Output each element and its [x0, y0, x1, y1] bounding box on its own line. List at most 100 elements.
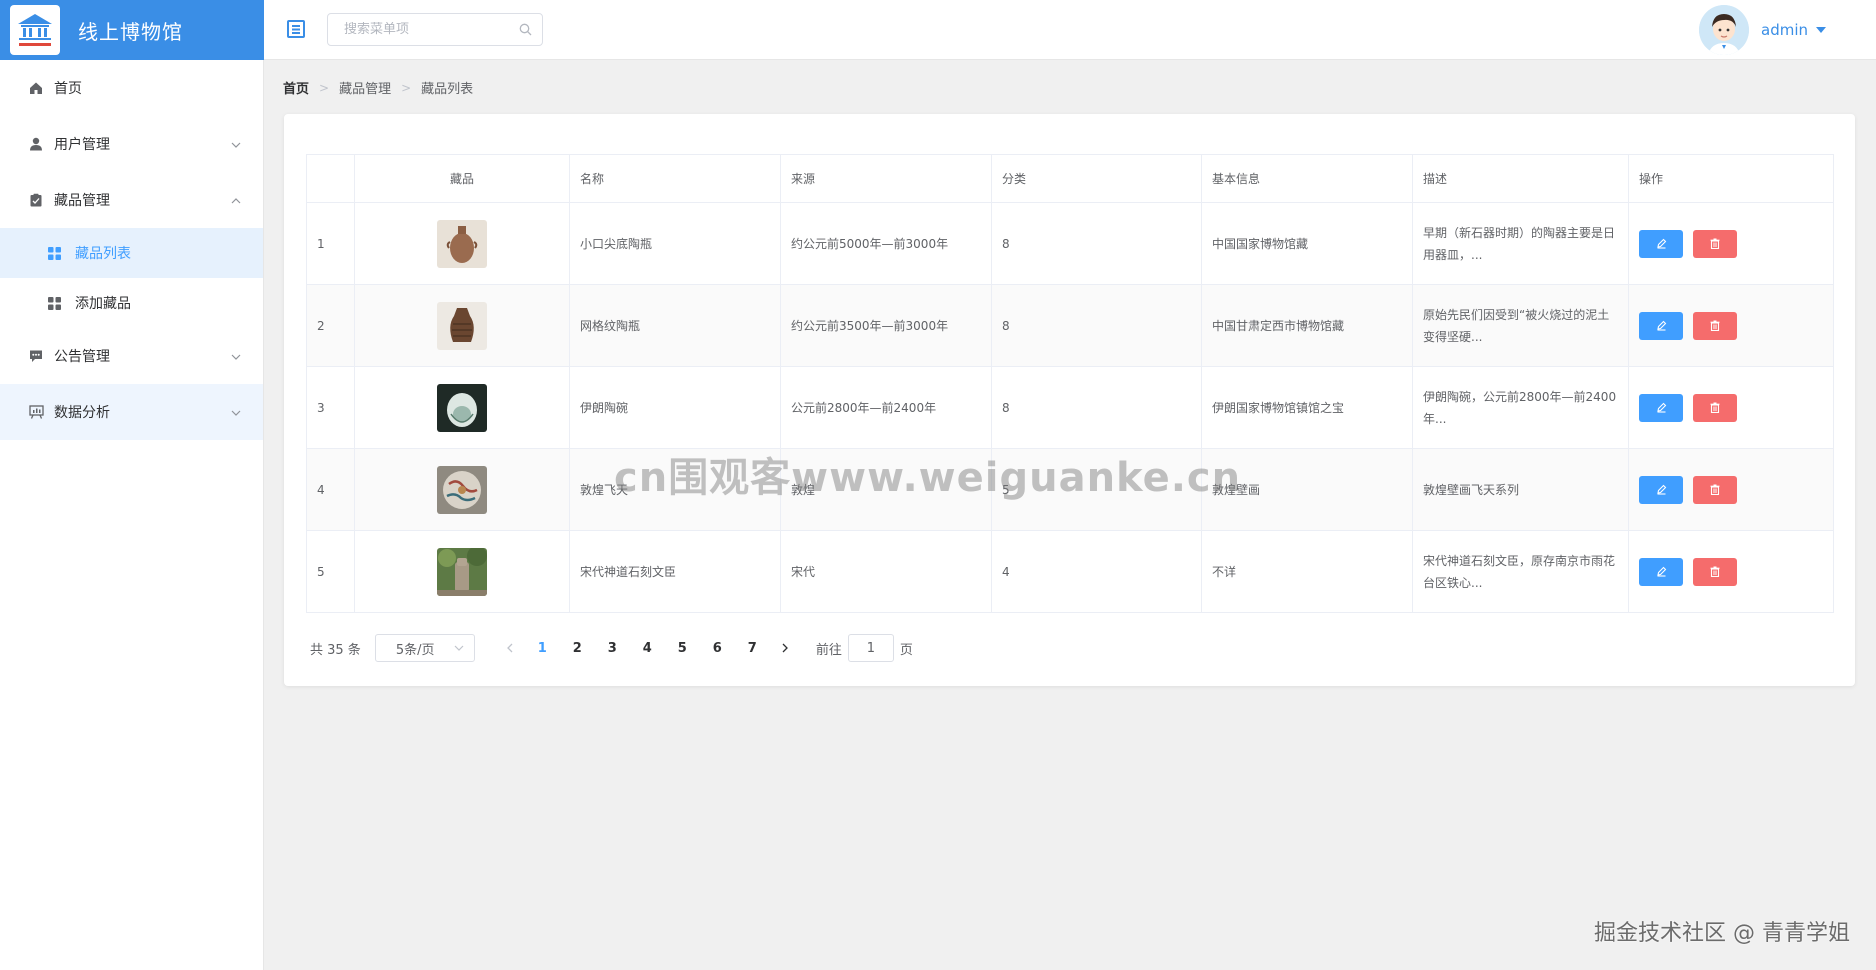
page-jump: 前往 页 [816, 634, 913, 662]
column-header-actions: 操作 [1628, 154, 1834, 203]
page-size-select[interactable]: 5条/页 [374, 634, 475, 662]
edit-icon [1656, 402, 1666, 413]
breadcrumb: 首页 > 藏品管理 > 藏品列表 [283, 78, 474, 98]
data-board-icon [28, 404, 44, 420]
chevron-down-icon [231, 138, 241, 154]
grid-icon [48, 246, 61, 260]
user-menu[interactable]: admin [1699, 5, 1826, 55]
sidebar-item-label: 藏品管理 [54, 193, 110, 209]
page-size-value: 5条/页 [395, 642, 435, 658]
collection-thumbnail[interactable] [437, 547, 487, 596]
chat-icon [28, 348, 44, 364]
prev-page-button[interactable] [495, 634, 525, 662]
page-number[interactable]: 3 [595, 641, 630, 656]
chevron-right-icon [782, 643, 788, 653]
chevron-left-icon [506, 643, 513, 653]
row-description: 伊朗陶碗，公元前2800年—前2400年... [1423, 389, 1617, 426]
breadcrumb-collections[interactable]: 藏品管理 [339, 78, 391, 97]
sidebar-item-home[interactable]: 首页 [0, 60, 263, 116]
page-number[interactable]: 6 [700, 641, 735, 656]
goto-label: 前往 [815, 642, 842, 658]
delete-button[interactable] [1692, 393, 1737, 422]
edit-button[interactable] [1639, 557, 1683, 586]
watermark-center: cn围观客www.weiguanke.cn [614, 455, 1242, 501]
delete-button[interactable] [1692, 475, 1737, 504]
sidebar-subitem-collection-list[interactable]: 藏品列表 [0, 228, 263, 278]
page-number[interactable]: 4 [630, 641, 665, 656]
sidebar-subitem-add-collection[interactable]: 添加藏品 [0, 278, 263, 328]
page-unit-label: 页 [899, 642, 913, 658]
page-number[interactable]: 2 [560, 641, 595, 656]
goto-page-input[interactable] [847, 634, 894, 662]
row-index: 4 [306, 448, 355, 531]
column-header-name: 名称 [569, 154, 781, 203]
column-header-category: 分类 [991, 154, 1202, 203]
delete-button[interactable] [1692, 229, 1737, 258]
breadcrumb-home[interactable]: 首页 [283, 78, 309, 97]
row-name: 宋代神道石刻文臣 [569, 530, 781, 613]
search-input[interactable] [344, 22, 514, 37]
page-number[interactable]: 7 [735, 641, 770, 656]
menu-toggle-icon[interactable] [286, 19, 306, 39]
chevron-up-icon [231, 194, 241, 210]
edit-icon [1656, 484, 1666, 495]
sidebar-item-label: 公告管理 [54, 349, 110, 365]
next-page-button[interactable] [770, 634, 800, 662]
user-icon [28, 136, 44, 152]
table-row: 2 网格纹陶瓶 约公元前3500年—前3000年 8 中国甘肃定西市博物馆藏 原… [306, 284, 1834, 367]
page-number[interactable]: 1 [525, 641, 560, 656]
avatar[interactable] [1699, 5, 1749, 55]
sidebar-item-label: 数据分析 [54, 405, 110, 421]
caret-down-icon[interactable] [1816, 27, 1826, 33]
user-name[interactable]: admin [1761, 21, 1808, 39]
row-category: 8 [991, 284, 1202, 367]
delete-button[interactable] [1692, 557, 1737, 586]
table-row: 3 伊朗陶碗 公元前2800年—前2400年 8 伊朗国家博物馆镇馆之宝 伊朗陶… [306, 366, 1834, 449]
row-name: 网格纹陶瓶 [569, 284, 781, 367]
collection-thumbnail[interactable] [437, 465, 487, 514]
sidebar-item-users[interactable]: 用户管理 [0, 116, 263, 172]
edit-button[interactable] [1639, 311, 1683, 340]
breadcrumb-current: 藏品列表 [421, 82, 474, 97]
edit-icon [1656, 566, 1666, 577]
page-number[interactable]: 5 [665, 641, 700, 656]
edit-icon [1656, 320, 1666, 331]
row-info: 不详 [1201, 530, 1413, 613]
trash-icon [1710, 402, 1720, 413]
museum-logo [10, 5, 60, 55]
edit-button[interactable] [1639, 475, 1683, 504]
column-header-origin: 来源 [780, 154, 992, 203]
column-header-index [306, 154, 355, 203]
edit-icon [1656, 238, 1666, 249]
row-description: 宋代神道石刻文臣，原存南京市雨花台区铁心... [1423, 553, 1616, 590]
search-icon[interactable] [519, 23, 532, 40]
sidebar-subitem-label: 添加藏品 [75, 296, 131, 312]
row-name: 小口尖底陶瓶 [569, 202, 781, 285]
sidebar-item-collections[interactable]: 藏品管理 [0, 172, 263, 228]
collection-thumbnail[interactable] [437, 383, 487, 432]
edit-button[interactable] [1639, 229, 1683, 258]
edit-button[interactable] [1639, 393, 1683, 422]
chevron-down-icon [231, 406, 241, 422]
pagination-total: 共 35 条 [310, 642, 361, 658]
row-description: 原始先民们因受到“被火烧过的泥土变得坚硬... [1423, 307, 1610, 344]
row-origin: 约公元前3500年—前3000年 [780, 284, 992, 367]
column-header-image: 藏品 [354, 154, 570, 203]
row-name: 伊朗陶碗 [569, 366, 781, 449]
sidebar-item-announcements[interactable]: 公告管理 [0, 328, 263, 384]
delete-button[interactable] [1692, 311, 1737, 340]
logo-area[interactable]: 线上博物馆 [0, 0, 264, 60]
row-category: 8 [991, 366, 1202, 449]
grid-icon [48, 296, 61, 310]
sidebar-item-analytics[interactable]: 数据分析 [0, 384, 263, 440]
table-row: 5 宋代神道石刻文臣 宋代 4 不详 宋代神道石刻文臣，原存南京市雨花台区铁心.… [306, 530, 1834, 613]
collection-thumbnail[interactable] [437, 219, 487, 268]
column-header-description: 描述 [1412, 154, 1629, 203]
sidebar-subitem-label: 藏品列表 [75, 246, 131, 262]
row-origin: 宋代 [780, 530, 992, 613]
row-index: 5 [306, 530, 355, 613]
top-header: 线上博物馆 admin [0, 0, 1876, 60]
collection-thumbnail[interactable] [437, 301, 487, 350]
chevron-down-icon [454, 645, 464, 651]
sidebar-item-label: 首页 [54, 81, 82, 97]
